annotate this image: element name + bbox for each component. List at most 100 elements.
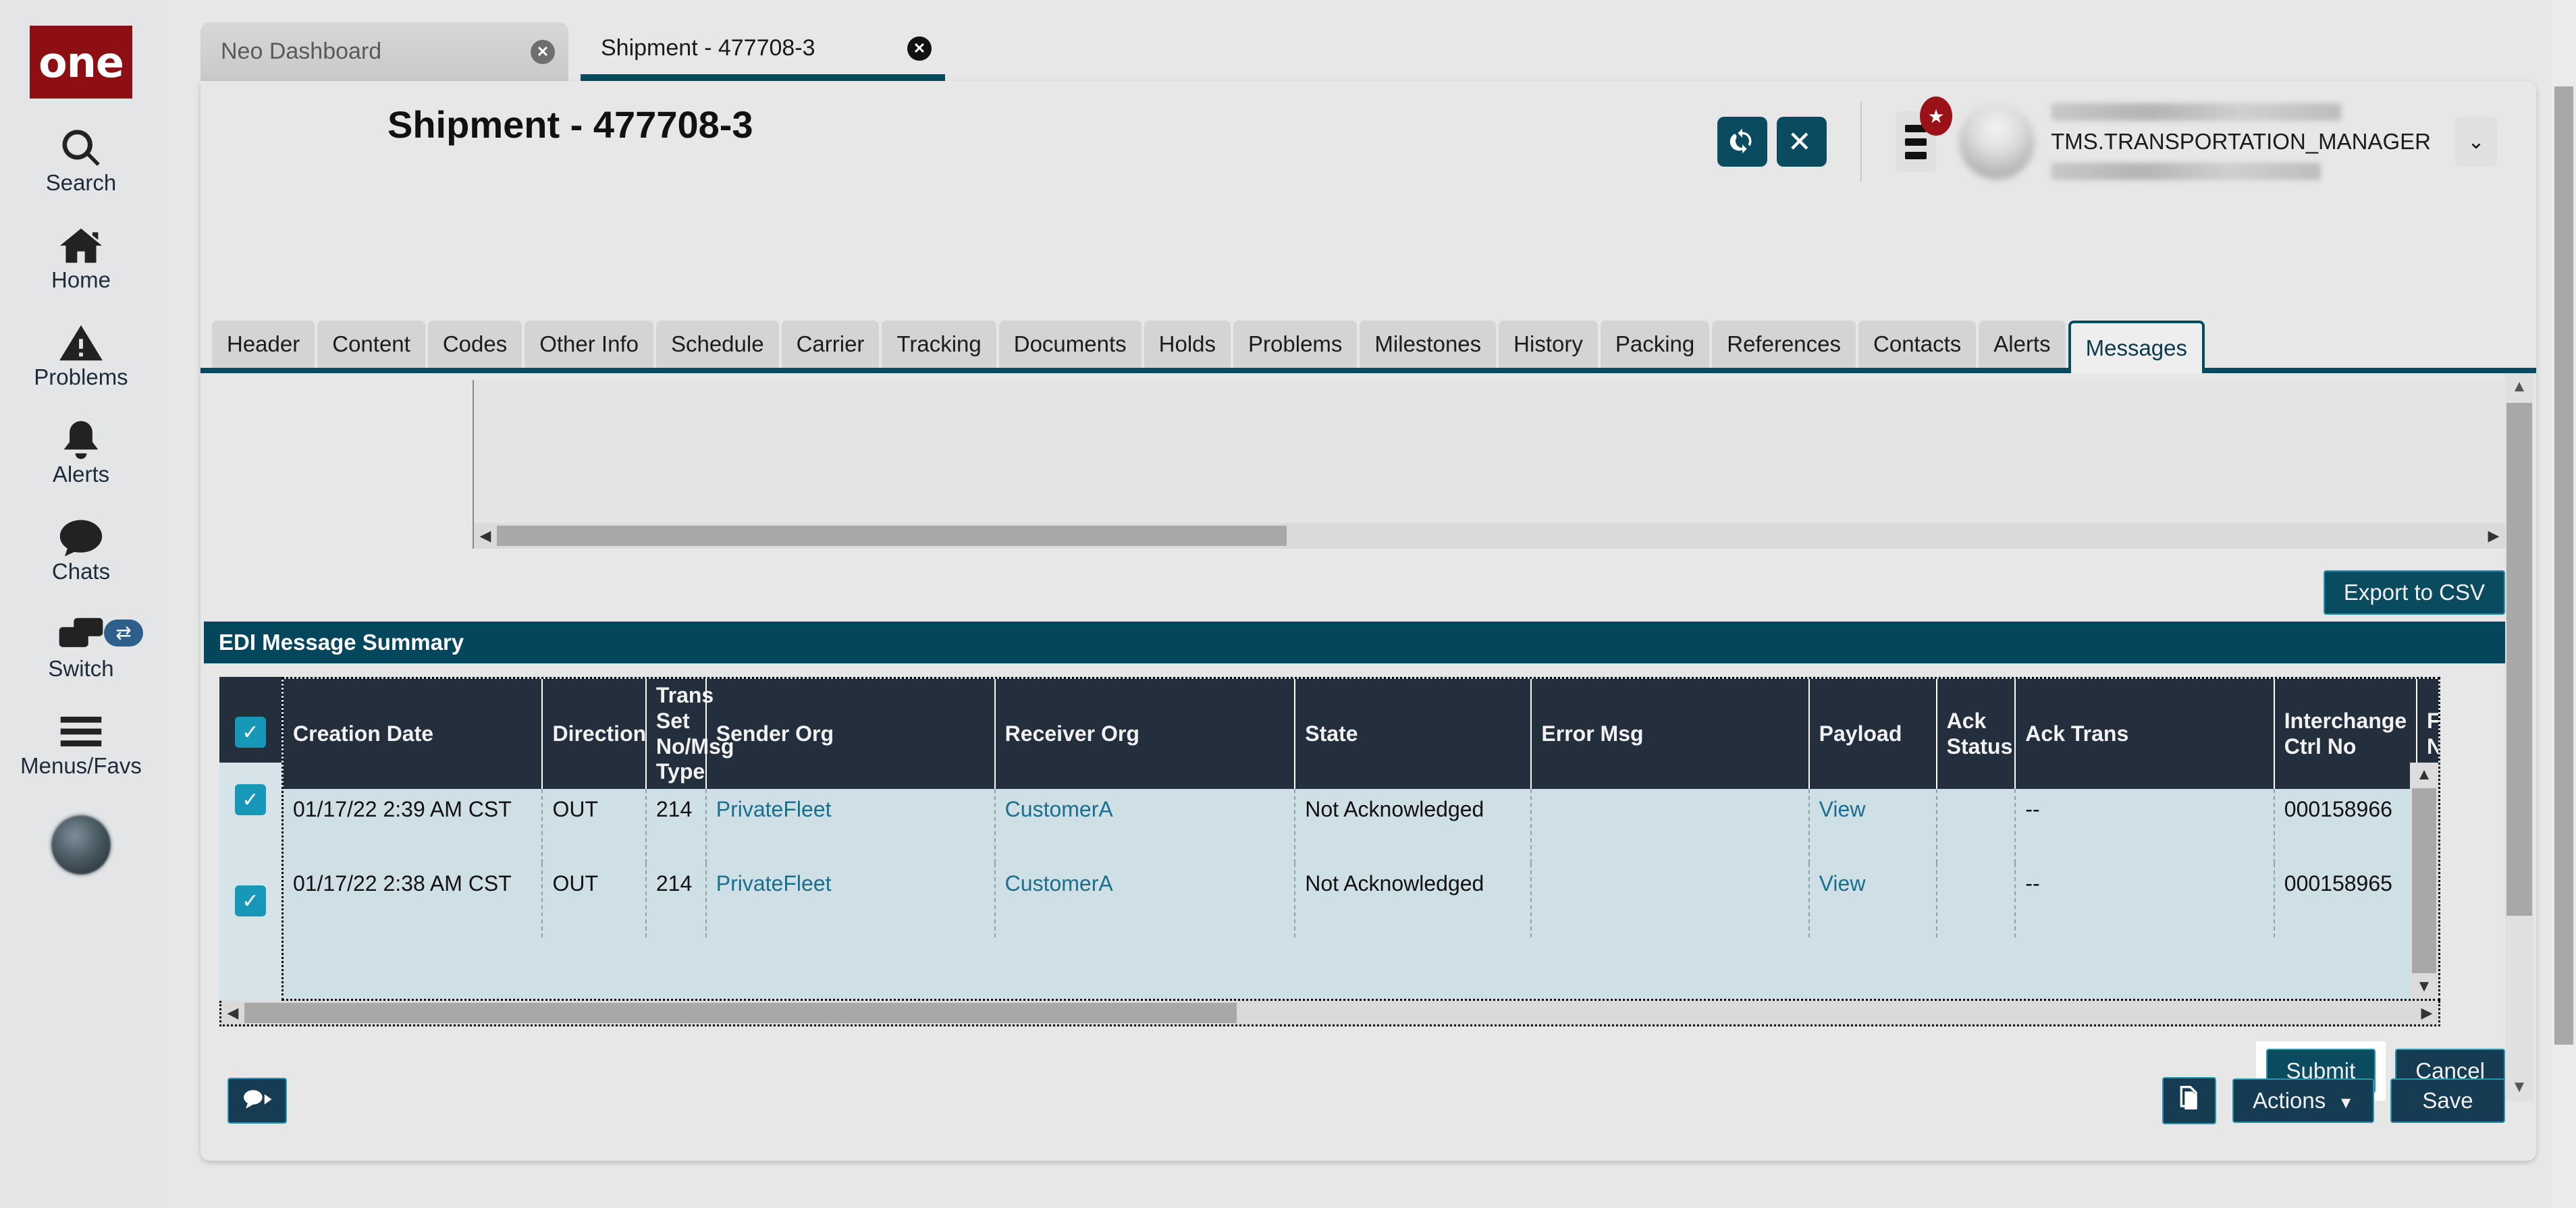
- page-vscrollbar[interactable]: ▲ ▼: [2505, 373, 2533, 1101]
- close-button[interactable]: [1777, 117, 1827, 167]
- cell-interchange-ctrl-no: 000158966: [2274, 789, 2417, 863]
- sidebar-item-switch[interactable]: Switch ⇄: [0, 609, 162, 682]
- user-avatar[interactable]: [1959, 104, 2035, 180]
- sidebar-item-home[interactable]: Home: [0, 220, 162, 293]
- chevron-down-icon[interactable]: ⌄: [2455, 117, 2497, 167]
- scroll-left-icon[interactable]: ◀: [221, 1004, 244, 1022]
- tab-contacts[interactable]: Contacts: [1858, 321, 1977, 368]
- close-icon[interactable]: ✕: [531, 39, 555, 64]
- tab-tracking[interactable]: Tracking: [882, 321, 996, 368]
- scroll-thumb[interactable]: [244, 1002, 1237, 1023]
- scroll-right-icon[interactable]: ▶: [2482, 527, 2505, 545]
- cell-sender-org[interactable]: PrivateFleet: [705, 863, 996, 937]
- tab-holds[interactable]: Holds: [1144, 321, 1231, 368]
- tab-codes[interactable]: Codes: [427, 321, 522, 368]
- grid-scroll-region: Creation Date Direction Trans Set No/Msg…: [281, 677, 2440, 1001]
- menu-icon: [1905, 151, 1927, 159]
- col-interchange-ctrl-no[interactable]: Interchange Ctrl No: [2274, 679, 2417, 789]
- sidebar-item-problems[interactable]: Problems: [0, 317, 162, 390]
- refresh-button[interactable]: [1717, 117, 1768, 167]
- cell-ack-status: [1936, 863, 2016, 937]
- scroll-down-icon[interactable]: ▼: [2416, 974, 2432, 999]
- chat-bubble-icon: [58, 512, 104, 563]
- sidebar-item-chats[interactable]: Chats: [0, 512, 162, 584]
- table-row[interactable]: 01/17/22 2:38 AM CST OUT 214 PrivateFlee…: [284, 863, 2438, 937]
- cell-sender-org[interactable]: PrivateFleet: [705, 789, 996, 863]
- tab-messages[interactable]: Messages: [2068, 321, 2205, 373]
- window-tab-neo-dashboard[interactable]: Neo Dashboard ✕: [200, 22, 568, 81]
- brand-logo[interactable]: one: [30, 26, 132, 99]
- grid-vscrollbar[interactable]: ▲ ▼: [2410, 763, 2438, 999]
- header-actions: ★ TMS.TRANSPORTATION_MANAGER ⌄: [1717, 97, 2497, 182]
- sidebar-item-alerts[interactable]: Alerts: [0, 414, 162, 487]
- window-tab-strip: Neo Dashboard ✕ Shipment - 477708-3 ✕: [162, 0, 2576, 81]
- window-tab-label: Shipment - 477708-3: [601, 35, 815, 61]
- header-divider: [1860, 101, 1862, 182]
- row-checkbox[interactable]: ✓: [235, 885, 266, 916]
- col-trans-set[interactable]: Trans Set No/Msg Type: [645, 679, 734, 789]
- scroll-up-icon[interactable]: ▲: [2416, 763, 2432, 787]
- user-role: TMS.TRANSPORTATION_MANAGER: [2051, 129, 2431, 154]
- tab-alerts[interactable]: Alerts: [1979, 321, 2066, 368]
- section-header-edi-message-summary: EDI Message Summary: [204, 622, 2531, 663]
- scroll-thumb[interactable]: [497, 526, 1287, 546]
- row-checkbox[interactable]: ✓: [235, 784, 266, 815]
- scroll-track[interactable]: [497, 526, 2482, 546]
- cell-payload-view-link[interactable]: View: [1808, 789, 1937, 863]
- tab-schedule[interactable]: Schedule: [655, 321, 779, 368]
- col-direction[interactable]: Direction: [542, 679, 647, 789]
- scroll-up-icon[interactable]: ▲: [2511, 373, 2527, 400]
- tab-other-info[interactable]: Other Info: [525, 321, 653, 368]
- col-state[interactable]: State: [1295, 679, 1532, 789]
- cell-receiver-org[interactable]: CustomerA: [994, 789, 1296, 863]
- cell-direction: OUT: [542, 863, 647, 937]
- cell-payload-view-link[interactable]: View: [1808, 863, 1937, 937]
- tab-header[interactable]: Header: [212, 321, 315, 368]
- close-icon: [1790, 129, 1814, 155]
- footer-actions: Actions ▼ Save: [2162, 1077, 2505, 1124]
- tab-packing[interactable]: Packing: [1600, 321, 1710, 368]
- sidebar-item-menus-favs[interactable]: Menus/Favs: [0, 706, 162, 779]
- table-row[interactable]: 01/17/22 2:39 AM CST OUT 214 PrivateFlee…: [284, 789, 2438, 863]
- select-all-header: ✓: [219, 677, 281, 763]
- tab-documents[interactable]: Documents: [998, 321, 1142, 368]
- close-icon[interactable]: ✕: [907, 36, 932, 61]
- copy-button[interactable]: [2162, 1077, 2217, 1124]
- window-tab-label: Neo Dashboard: [221, 38, 382, 64]
- window-vscrollbar[interactable]: [2552, 0, 2576, 1208]
- col-receiver-org[interactable]: Receiver Org: [994, 679, 1296, 789]
- scroll-thumb[interactable]: [2554, 86, 2573, 1045]
- switch-badge[interactable]: ⇄: [104, 620, 143, 647]
- col-sender-org[interactable]: Sender Org: [705, 679, 996, 789]
- export-to-csv-button[interactable]: Export to CSV: [2323, 570, 2505, 615]
- tab-problems[interactable]: Problems: [1233, 321, 1358, 368]
- tab-history[interactable]: History: [1499, 321, 1598, 368]
- tab-content[interactable]: Content: [317, 321, 425, 368]
- col-error-msg[interactable]: Error Msg: [1531, 679, 1810, 789]
- col-payload[interactable]: Payload: [1808, 679, 1937, 789]
- actions-dropdown-button[interactable]: Actions ▼: [2232, 1078, 2374, 1123]
- save-button[interactable]: Save: [2390, 1078, 2505, 1123]
- col-ack-trans[interactable]: Ack Trans: [2015, 679, 2275, 789]
- tab-milestones[interactable]: Milestones: [1360, 321, 1497, 368]
- scroll-thumb[interactable]: [2506, 403, 2532, 916]
- user-info: TMS.TRANSPORTATION_MANAGER: [2051, 103, 2431, 180]
- window-tab-shipment[interactable]: Shipment - 477708-3 ✕: [581, 22, 945, 81]
- grid-hscrollbar[interactable]: ◀ ▶: [219, 1001, 2440, 1026]
- scroll-left-icon[interactable]: ◀: [474, 527, 497, 545]
- select-all-checkbox[interactable]: ✓: [235, 717, 266, 748]
- chat-send-button[interactable]: [227, 1078, 287, 1124]
- avatar[interactable]: [49, 813, 113, 877]
- home-icon: [58, 220, 104, 271]
- scroll-track[interactable]: [244, 1002, 2415, 1023]
- sidebar-item-search[interactable]: Search: [0, 123, 162, 196]
- content-area: ◀ ▶ Export to CSV EDI Message Summary ✓: [200, 373, 2536, 1101]
- tab-references[interactable]: References: [1712, 321, 1856, 368]
- tab-carrier[interactable]: Carrier: [781, 321, 880, 368]
- col-creation-date[interactable]: Creation Date: [284, 679, 543, 789]
- cell-receiver-org[interactable]: CustomerA: [994, 863, 1296, 937]
- upper-panel-hscrollbar[interactable]: ◀ ▶: [474, 523, 2505, 549]
- scroll-right-icon[interactable]: ▶: [2415, 1004, 2438, 1022]
- col-ack-status[interactable]: Ack Status: [1936, 679, 2016, 789]
- scroll-thumb[interactable]: [2412, 788, 2436, 973]
